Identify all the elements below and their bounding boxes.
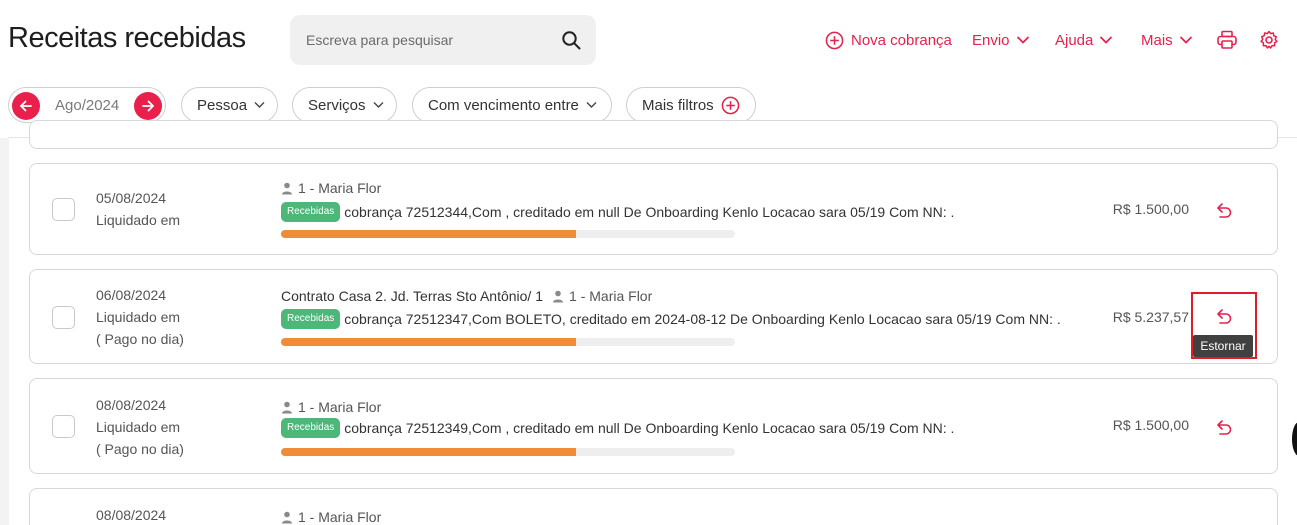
row-progress-fill	[281, 230, 577, 238]
prev-month-button[interactable]	[12, 92, 40, 120]
new-charge-label: Nova cobrança	[851, 31, 952, 49]
undo-icon[interactable]	[1213, 417, 1233, 437]
person-icon	[282, 511, 292, 523]
due-between-filter[interactable]: Com vencimento entre	[412, 87, 612, 123]
row-description: cobrança 72512347,Com BOLETO, creditado …	[344, 311, 1061, 327]
page-title: Receitas recebidas	[8, 22, 246, 54]
row-date: 08/08/2024	[96, 397, 167, 413]
row-progress	[281, 338, 735, 346]
row-contract: Contrato Casa 2. Jd. Terras Sto Antônio/…	[281, 288, 544, 304]
row-note: ( Pago no dia)	[96, 331, 184, 347]
send-menu[interactable]: Envio	[972, 29, 1030, 51]
reverse-tooltip: Estornar	[1193, 335, 1253, 357]
month-selector: Ago/2024	[8, 87, 166, 123]
left-rail	[0, 138, 9, 525]
search-icon[interactable]	[561, 30, 581, 50]
row-person: 1 - Maria Flor	[281, 399, 381, 415]
row-person-name: 1 - Maria Flor	[298, 509, 382, 525]
more-filters-label: Mais filtros	[642, 96, 714, 114]
person-icon	[282, 401, 292, 413]
row-status: Liquidado em	[96, 419, 181, 435]
row-progress-fill	[281, 338, 577, 346]
status-badge: Recebidas	[281, 418, 341, 438]
row-person: 1 - Maria Flor	[281, 180, 381, 196]
arrow-right-icon	[142, 100, 154, 112]
row-date: 05/08/2024	[96, 190, 167, 206]
row-checkbox[interactable]	[52, 415, 75, 438]
row-person-name: 1 - Maria Flor	[298, 180, 382, 196]
row-person: 1 - Maria Flor	[552, 288, 652, 304]
person-filter[interactable]: Pessoa	[181, 87, 278, 123]
undo-icon[interactable]	[1213, 200, 1233, 220]
list-item: 05/08/2024 Liquidado em 1 - Maria Flor R…	[29, 163, 1278, 255]
row-progress-fill	[281, 448, 577, 456]
row-status: Liquidado em	[96, 212, 181, 228]
floating-widget[interactable]	[1292, 422, 1297, 456]
row-amount: R$ 1.500,00	[1112, 417, 1189, 433]
row-amount: R$ 5.237,57	[1112, 309, 1189, 325]
services-filter-label: Serviços	[308, 96, 366, 114]
list-item: 08/08/2024 1 - Maria Flor	[29, 488, 1278, 525]
status-badge: Recebidas	[281, 309, 341, 329]
row-checkbox[interactable]	[52, 306, 75, 329]
status-badge: Recebidas	[281, 202, 341, 222]
help-label: Ajuda	[1055, 31, 1094, 49]
gear-icon	[1260, 30, 1278, 49]
more-menu[interactable]: Mais	[1141, 29, 1193, 51]
plus-circle-icon	[825, 31, 844, 49]
chevron-down-icon	[1016, 36, 1029, 44]
more-label: Mais	[1141, 31, 1173, 49]
list-item: 06/08/2024 Liquidado em ( Pago no dia) C…	[29, 269, 1278, 364]
row-date: 08/08/2024	[96, 507, 167, 523]
row-person-name: 1 - Maria Flor	[569, 288, 653, 304]
arrow-left-icon	[20, 100, 32, 112]
chevron-down-icon	[254, 102, 265, 108]
due-between-label: Com vencimento entre	[428, 96, 579, 114]
row-person-name: 1 - Maria Flor	[298, 399, 382, 415]
row-status: Liquidado em	[96, 309, 181, 325]
chevron-down-icon	[1100, 36, 1113, 44]
person-filter-label: Pessoa	[197, 96, 248, 114]
chevron-down-icon	[1179, 36, 1192, 44]
row-person: 1 - Maria Flor	[281, 509, 381, 525]
more-filters-button[interactable]: Mais filtros	[626, 87, 756, 123]
row-progress	[281, 448, 735, 456]
chevron-down-icon	[373, 102, 384, 108]
list-item: 08/08/2024 Liquidado em ( Pago no dia) 1…	[29, 378, 1278, 474]
current-month: Ago/2024	[55, 97, 120, 114]
search-input[interactable]	[290, 15, 550, 65]
search-box[interactable]	[290, 15, 596, 65]
row-checkbox[interactable]	[52, 198, 75, 221]
printer-icon	[1217, 30, 1237, 49]
list-item	[29, 120, 1278, 149]
row-date: 06/08/2024	[96, 287, 167, 303]
new-charge-button[interactable]: Nova cobrança	[825, 29, 952, 51]
row-description: cobrança 72512344,Com , creditado em nul…	[344, 204, 955, 220]
print-button[interactable]	[1216, 29, 1238, 51]
next-month-button[interactable]	[134, 92, 162, 120]
row-note: ( Pago no dia)	[96, 441, 184, 457]
chevron-down-icon	[586, 102, 597, 108]
help-menu[interactable]: Ajuda	[1055, 29, 1113, 51]
services-filter[interactable]: Serviços	[292, 87, 397, 123]
person-icon	[553, 290, 564, 302]
person-icon	[282, 182, 292, 194]
row-amount: R$ 1.500,00	[1112, 201, 1189, 217]
plus-circle-icon	[721, 96, 740, 114]
settings-button[interactable]	[1259, 29, 1279, 51]
row-progress	[281, 230, 735, 238]
row-description: cobrança 72512349,Com , creditado em nul…	[344, 420, 955, 436]
send-label: Envio	[972, 31, 1010, 49]
